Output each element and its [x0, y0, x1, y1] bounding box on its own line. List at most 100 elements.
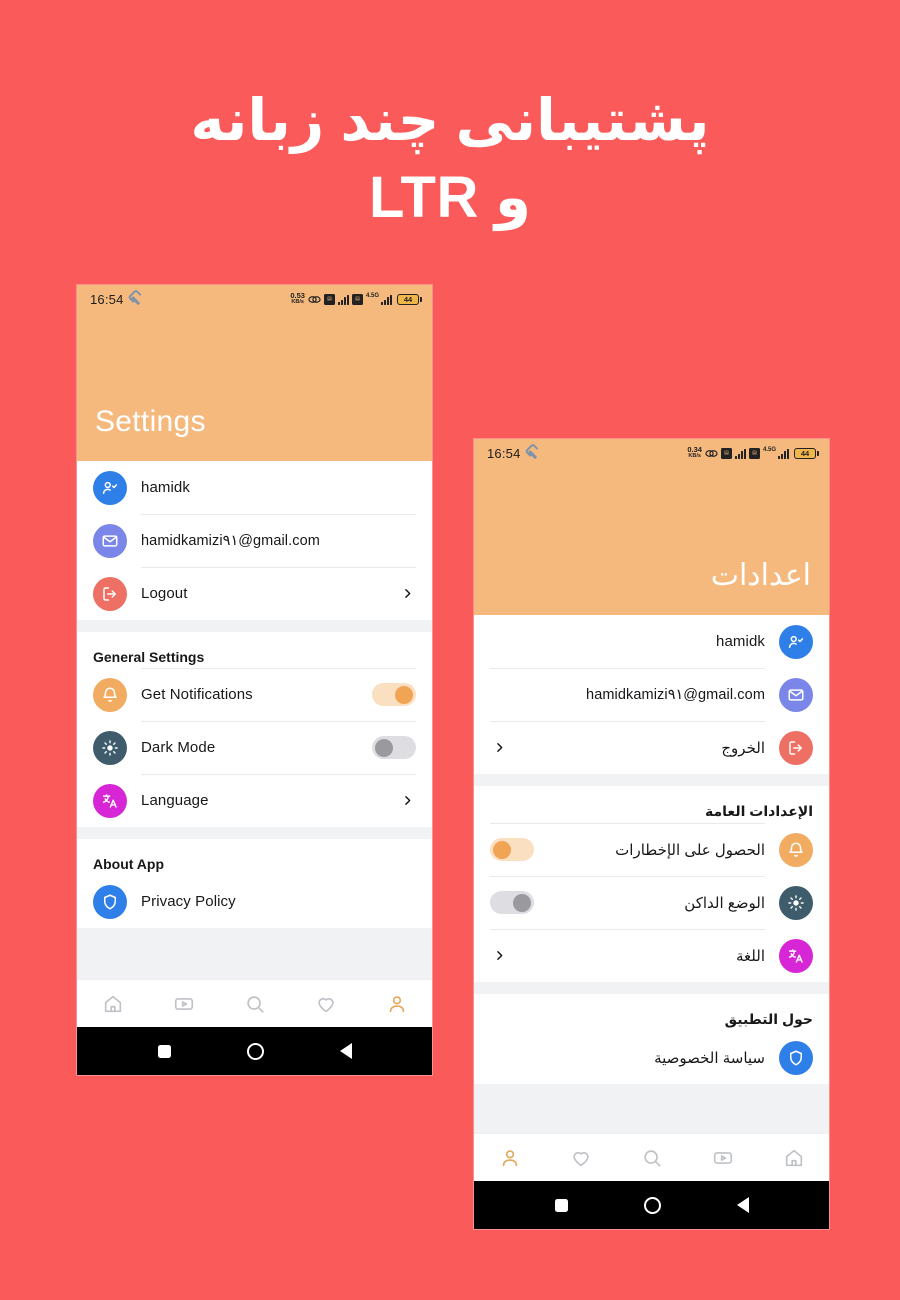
nav-person-icon[interactable] [495, 1143, 525, 1173]
account-card: hamidk hamidkamizi۹۱@gmail.com [77, 461, 432, 620]
status-bar-ltr: 16:54 0.53 KB/s ▤ ▤ 4.5G 44 [77, 285, 432, 313]
user-check-icon [779, 624, 813, 659]
translate-icon [93, 783, 127, 818]
chevron-right-icon[interactable] [490, 947, 508, 965]
android-nav-bar-rtl [474, 1181, 829, 1229]
notifications-toggle[interactable] [372, 683, 416, 706]
dark-mode-toggle[interactable] [372, 736, 416, 759]
back-triangle-icon[interactable] [339, 1043, 352, 1059]
chevron-right-icon[interactable] [398, 792, 416, 810]
nav-person-icon[interactable] [382, 989, 412, 1019]
toggle-knob [375, 738, 393, 757]
toggle-knob [395, 685, 413, 704]
logout-icon [93, 576, 127, 611]
battery-indicator: 44 [794, 447, 819, 459]
network-speed-unit: KB/s [688, 453, 701, 460]
row-notifications[interactable]: الحصول على الإخطارات [490, 823, 813, 876]
account-card: hamidk hamidkamizi۹۱@gmail.com [474, 615, 829, 774]
network-speed-unit: KB/s [291, 299, 304, 306]
nav-search-icon[interactable] [240, 989, 270, 1019]
network-speed-indicator: 0.34 KB/s [687, 446, 702, 460]
translate-icon [779, 938, 813, 973]
sim-card-icon-2: ▤ [351, 293, 363, 305]
phone-mockup-ltr: 16:54 0.53 KB/s ▤ ▤ 4.5G 44 Settings ham… [77, 285, 432, 1075]
row-logout[interactable]: Logout [93, 567, 416, 620]
status-clock: 16:54 [487, 445, 521, 461]
brightness-icon [93, 730, 127, 765]
settings-content-rtl: hamidk hamidkamizi۹۱@gmail.com الخروج ال… [474, 615, 829, 1181]
battery-cap [817, 450, 819, 456]
nav-video-icon[interactable] [169, 989, 199, 1019]
promo-headline: پشتیبانی چند زبانه و LTR [0, 86, 900, 234]
about-app-title: About App [93, 856, 165, 872]
toggle-knob [513, 893, 531, 912]
privacy-icon [779, 1040, 813, 1075]
brightness-icon [779, 885, 813, 920]
privacy-policy-label: Privacy Policy [141, 893, 236, 910]
language-label: Language [141, 792, 209, 809]
about-app-card: About App Privacy Policy [77, 839, 432, 928]
dark-mode-toggle[interactable] [490, 891, 534, 914]
link-icon [308, 295, 321, 303]
row-notifications[interactable]: Get Notifications [93, 668, 416, 721]
nav-search-icon[interactable] [637, 1143, 667, 1173]
signal-bars-icon-2 [778, 448, 789, 459]
status-clock: 16:54 [90, 291, 124, 307]
battery-indicator: 44 [397, 293, 422, 305]
row-language[interactable]: Language [93, 774, 416, 827]
privacy-policy-label: سياسة الخصوصية [654, 1049, 765, 1067]
chevron-right-icon[interactable] [490, 739, 508, 757]
nav-heart-icon[interactable] [566, 1143, 596, 1173]
status-bar-right: 0.53 KB/s ▤ ▤ 4.5G 44 [290, 292, 422, 306]
signal-bars-icon-2 [381, 294, 392, 305]
toggle-knob [493, 840, 511, 859]
app-screen-rtl: 16:54 0.34 KB/s ▤ ▤ 4.5G 44 اعدادات hami… [474, 439, 829, 1181]
status-bar-left: 16:54 [487, 446, 538, 461]
settings-content-ltr: hamidk hamidkamizi۹۱@gmail.com Logout Ge… [77, 461, 432, 1027]
notifications-toggle[interactable] [490, 838, 534, 861]
status-bar-rtl: 16:54 0.34 KB/s ▤ ▤ 4.5G 44 [474, 439, 829, 467]
logout-label: Logout [141, 585, 188, 602]
dark-mode-label: الوضع الداكن [684, 894, 765, 912]
row-privacy-policy[interactable]: سياسة الخصوصية [490, 1031, 813, 1084]
battery-level: 44 [397, 293, 419, 305]
status-bar-right: 0.34 KB/s ▤ ▤ 4.5G 44 [687, 446, 819, 460]
general-settings-card: الإعدادات العامة الحصول على الإخطارات ال… [474, 786, 829, 982]
recents-square-icon[interactable] [157, 1044, 171, 1058]
battery-level: 44 [794, 447, 816, 459]
email-label: hamidkamizi۹۱@gmail.com [586, 686, 765, 703]
sim-card-icon: ▤ [720, 447, 732, 459]
logout-label: الخروج [721, 739, 765, 757]
mail-icon [779, 677, 813, 712]
nav-video-icon[interactable] [708, 1143, 738, 1173]
row-privacy-policy[interactable]: Privacy Policy [93, 875, 416, 928]
nav-heart-icon[interactable] [311, 989, 341, 1019]
network-generation-label: 4.5G [762, 447, 776, 454]
row-email[interactable]: hamidkamizi۹۱@gmail.com [93, 514, 416, 567]
row-logout[interactable]: الخروج [490, 721, 813, 774]
recents-square-icon[interactable] [554, 1198, 568, 1212]
back-triangle-icon[interactable] [736, 1197, 749, 1213]
general-settings-title: الإعدادات العامة [705, 803, 813, 819]
network-speed-indicator: 0.53 KB/s [290, 292, 305, 306]
nav-home-icon[interactable] [98, 989, 128, 1019]
general-settings-card: General Settings Get Notifications Dark … [77, 632, 432, 827]
row-dark-mode[interactable]: الوضع الداكن [490, 876, 813, 929]
about-app-card: حول التطبيق سياسة الخصوصية [474, 994, 829, 1084]
row-email[interactable]: hamidkamizi۹۱@gmail.com [490, 668, 813, 721]
row-username[interactable]: hamidk [93, 461, 416, 514]
row-username[interactable]: hamidk [490, 615, 813, 668]
row-dark-mode[interactable]: Dark Mode [93, 721, 416, 774]
language-label: اللغة [736, 947, 765, 965]
home-circle-icon[interactable] [643, 1196, 661, 1214]
link-icon [705, 449, 718, 457]
notifications-label: Get Notifications [141, 686, 253, 703]
wrench-icon [522, 444, 540, 462]
wrench-icon [125, 290, 143, 308]
row-language[interactable]: اللغة [490, 929, 813, 982]
username-label: hamidk [141, 479, 190, 496]
sim-card-icon-2: ▤ [748, 447, 760, 459]
home-circle-icon[interactable] [246, 1042, 264, 1060]
nav-home-icon[interactable] [779, 1143, 809, 1173]
chevron-right-icon[interactable] [398, 585, 416, 603]
